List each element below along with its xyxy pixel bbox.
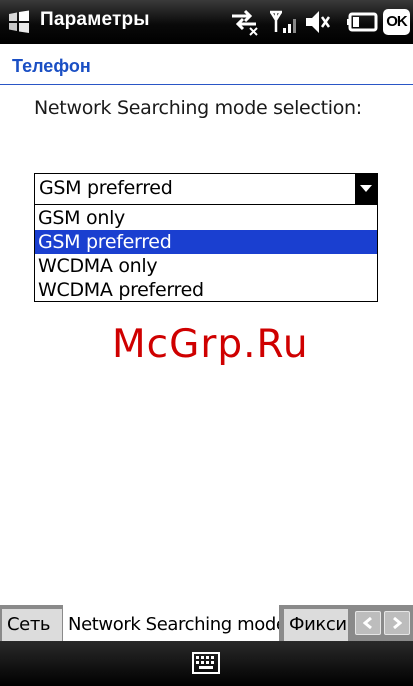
header-divider	[0, 84, 413, 85]
dropdown-option-gsm-preferred[interactable]: GSM preferred	[35, 230, 377, 254]
chevron-down-icon	[360, 185, 372, 192]
title-bar: Параметры OK	[0, 0, 413, 44]
dropdown-option-gsm-only[interactable]: GSM only	[35, 206, 377, 230]
bottom-bar	[0, 641, 413, 686]
keyboard-icon[interactable]	[192, 652, 220, 674]
chevron-left-icon	[363, 617, 372, 629]
page-title: Телефон	[12, 56, 91, 76]
dropdown-list: GSM only GSM preferred WCDMA only WCDMA …	[34, 205, 378, 302]
tab-bar: Сеть Network Searching mode Фиксир	[0, 605, 413, 641]
network-mode-combobox[interactable]: GSM preferred	[34, 173, 378, 205]
ok-button[interactable]: OK	[383, 9, 410, 35]
dropdown-option-wcdma-preferred[interactable]: WCDMA preferred	[35, 278, 377, 302]
windows-flag-icon[interactable]	[6, 9, 32, 35]
dropdown-button[interactable]	[355, 174, 377, 204]
battery-icon[interactable]	[347, 8, 379, 36]
watermark-text: McGrp.Ru	[112, 322, 309, 367]
signal-strength-icon[interactable]	[268, 8, 298, 36]
dropdown-option-wcdma-only[interactable]: WCDMA only	[35, 254, 377, 278]
connectivity-arrows-icon[interactable]	[228, 8, 260, 36]
speaker-muted-icon[interactable]	[303, 8, 331, 36]
prompt-label: Network Searching mode selection:	[34, 97, 362, 119]
tab-network-searching-mode[interactable]: Network Searching mode	[63, 605, 279, 641]
tab-fixed-dialing[interactable]: Фиксир	[284, 609, 348, 641]
chevron-right-icon	[393, 617, 402, 629]
tab-next-button[interactable]	[384, 611, 410, 635]
tab-network[interactable]: Сеть	[2, 609, 62, 641]
tab-prev-button[interactable]	[355, 611, 381, 635]
combobox-value: GSM preferred	[39, 177, 173, 199]
app-title[interactable]: Параметры	[40, 9, 150, 31]
